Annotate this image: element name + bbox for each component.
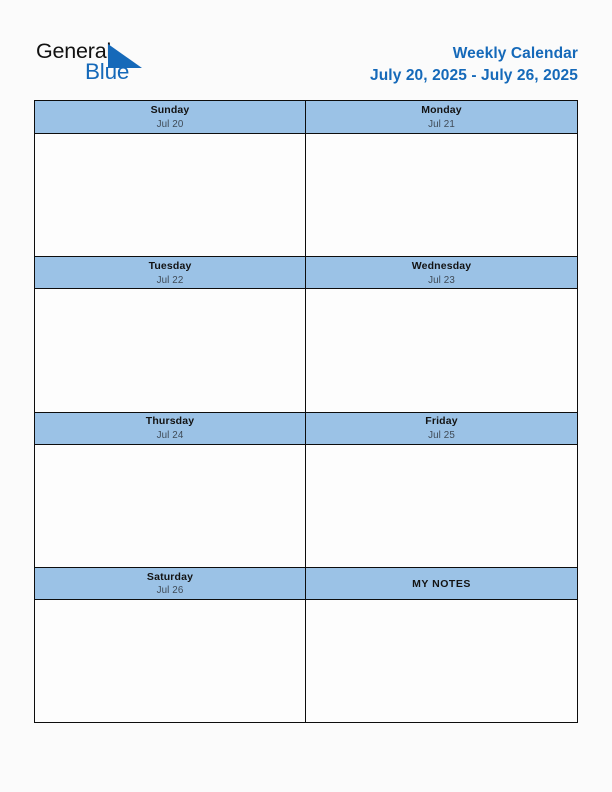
weekly-calendar-grid: Sunday Jul 20 Monday Jul 21 Tuesday Jul … xyxy=(34,100,578,723)
calendar-band-header: Sunday Jul 20 Monday Jul 21 xyxy=(35,101,577,134)
calendar-band-body xyxy=(35,134,577,257)
calendar-band-body xyxy=(35,444,577,567)
brand-logo: General Blue xyxy=(36,40,246,93)
day-header-sunday[interactable]: Sunday Jul 20 xyxy=(35,101,305,133)
calendar-band-header: Tuesday Jul 22 Wednesday Jul 23 xyxy=(35,256,577,290)
day-header-wednesday[interactable]: Wednesday Jul 23 xyxy=(305,257,577,289)
day-date-label: Jul 20 xyxy=(156,118,184,130)
day-header-monday[interactable]: Monday Jul 21 xyxy=(305,101,577,133)
brand-word-blue: Blue xyxy=(85,59,130,84)
day-name-label: Friday xyxy=(425,415,458,428)
day-name-label: Saturday xyxy=(146,570,194,583)
day-entry-area-saturday[interactable] xyxy=(35,599,305,722)
calendar-band-body xyxy=(35,599,577,722)
calendar-band: Thursday Jul 24 Friday Jul 25 xyxy=(35,411,577,567)
calendar-band-header: Thursday Jul 24 Friday Jul 25 xyxy=(35,411,577,445)
day-date-label: Jul 22 xyxy=(156,274,184,286)
page-title: Weekly Calendar xyxy=(452,45,578,62)
page-title-block: Weekly Calendar July 20, 2025 - July 26,… xyxy=(370,44,578,86)
day-name-label: Wednesday xyxy=(411,260,472,273)
day-date-label: Jul 21 xyxy=(428,118,455,130)
day-date-label: Jul 25 xyxy=(428,429,455,441)
page-header: General Blue Weekly Calendar July 20, 20… xyxy=(0,0,612,100)
day-name-label: Tuesday xyxy=(148,260,192,273)
page-date-range: July 20, 2025 - July 26, 2025 xyxy=(370,66,578,84)
day-date-label: Jul 23 xyxy=(428,274,455,286)
day-date-label: Jul 24 xyxy=(156,429,184,441)
day-name-label: Thursday xyxy=(145,415,195,428)
calendar-band-body xyxy=(35,289,577,412)
day-entry-area-monday[interactable] xyxy=(305,134,577,257)
day-date-label: Jul 26 xyxy=(156,585,184,597)
calendar-band: Tuesday Jul 22 Wednesday Jul 23 xyxy=(35,256,577,412)
day-entry-area-thursday[interactable] xyxy=(35,444,305,567)
day-name-label: Monday xyxy=(421,104,462,117)
day-entry-area-sunday[interactable] xyxy=(35,134,305,257)
day-entry-area-wednesday[interactable] xyxy=(305,289,577,412)
day-entry-area-tuesday[interactable] xyxy=(35,289,305,412)
calendar-band: Saturday Jul 26 MY NOTES xyxy=(35,566,577,722)
calendar-band-header: Saturday Jul 26 MY NOTES xyxy=(35,566,577,600)
day-header-tuesday[interactable]: Tuesday Jul 22 xyxy=(35,257,305,288)
notes-label: MY NOTES xyxy=(412,577,471,590)
notes-header[interactable]: MY NOTES xyxy=(305,567,577,599)
day-header-friday[interactable]: Friday Jul 25 xyxy=(305,412,577,444)
day-header-saturday[interactable]: Saturday Jul 26 xyxy=(35,568,305,599)
day-entry-area-friday[interactable] xyxy=(305,444,577,567)
day-header-thursday[interactable]: Thursday Jul 24 xyxy=(35,413,305,444)
calendar-band: Sunday Jul 20 Monday Jul 21 xyxy=(35,101,577,257)
notes-entry-area[interactable] xyxy=(305,599,577,722)
day-name-label: Sunday xyxy=(150,104,190,117)
